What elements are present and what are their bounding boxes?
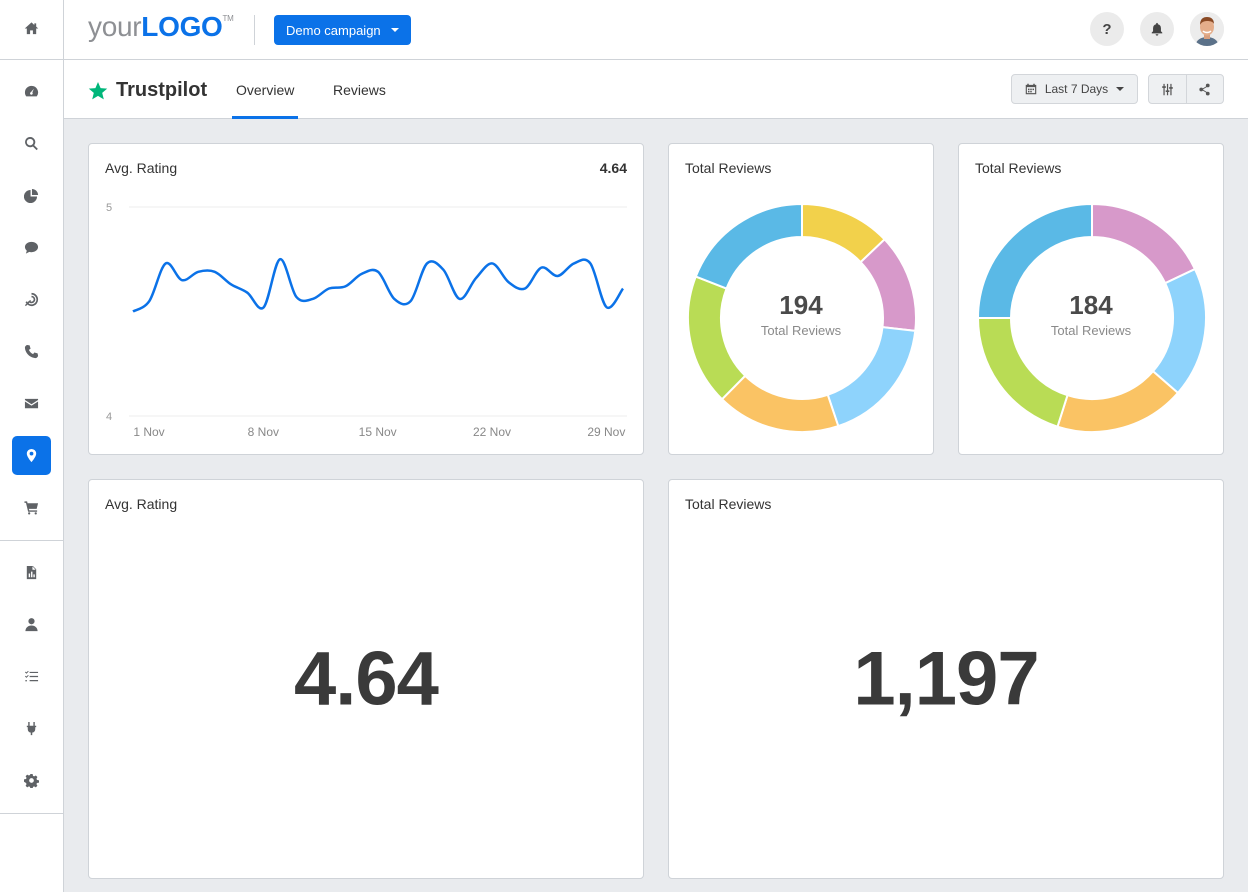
- rating-series-line: [132, 257, 625, 313]
- page-title: Trustpilot: [88, 79, 207, 102]
- total-reviews-donut-card-1: Total Reviews 194 Total Reviews: [668, 143, 934, 455]
- star-icon: [88, 81, 108, 99]
- checklist-icon: [24, 670, 39, 682]
- sidebar-divider: [0, 813, 63, 814]
- sidebar-item-dashboard[interactable]: [12, 72, 51, 111]
- envelope-icon: [24, 398, 39, 409]
- logo-brand: LOGO: [141, 11, 223, 42]
- campaign-label: Demo campaign: [286, 22, 381, 38]
- cart-icon: [24, 501, 39, 515]
- phone-icon: [24, 344, 39, 359]
- tab-label: Overview: [236, 81, 295, 98]
- home-icon: [24, 22, 39, 35]
- sidebar-divider: [0, 540, 63, 541]
- sidebar-item-ppc[interactable]: [12, 280, 51, 319]
- gear-icon: [24, 773, 39, 788]
- gauge-icon: [24, 85, 39, 97]
- x-tick-label: 1 Nov: [133, 425, 164, 439]
- y-tick-label: 4: [106, 411, 112, 423]
- tab-overview[interactable]: Overview: [232, 60, 299, 119]
- campaign-dropdown[interactable]: Demo campaign: [274, 15, 411, 45]
- tab-label: Reviews: [333, 81, 386, 98]
- card-title: Avg. Rating: [105, 496, 178, 512]
- chat-bubble-icon: [24, 241, 39, 254]
- donut-slice[interactable]: [694, 202, 803, 290]
- donut-center-1: 194 Total Reviews: [669, 290, 933, 338]
- donut-label: Total Reviews: [760, 323, 842, 338]
- total-reviews-donut-card-2: Total Reviews 184 Total Reviews: [958, 143, 1224, 455]
- date-range-label: Last 7 Days: [1044, 82, 1109, 96]
- sidebar-divider: [0, 59, 63, 60]
- date-range-dropdown[interactable]: Last 7 Days: [1011, 74, 1138, 104]
- sidebar-item-calls[interactable]: [12, 332, 51, 371]
- sidebar: [0, 0, 64, 892]
- sidebar-item-settings[interactable]: [12, 761, 51, 800]
- pie-chart-icon: [24, 188, 39, 203]
- sidebar-item-users[interactable]: [12, 605, 51, 644]
- chevron-down-icon: [1116, 87, 1125, 91]
- sidebar-item-reports[interactable]: [12, 553, 51, 592]
- sub-header: Trustpilot Overview Reviews Last 7 Days: [64, 60, 1248, 119]
- search-icon: [25, 136, 38, 151]
- help-icon: ?: [1102, 20, 1112, 38]
- chevron-down-icon: [390, 28, 399, 32]
- calendar-icon: [1025, 83, 1037, 95]
- map-pin-icon: [26, 448, 37, 463]
- card-title: Total Reviews: [685, 496, 772, 512]
- x-tick-label: 8 Nov: [248, 425, 279, 439]
- avatar-image: [1190, 12, 1224, 46]
- sliders-icon: [1161, 83, 1173, 95]
- share-button[interactable]: [1185, 75, 1224, 103]
- logo[interactable]: yourLOGOTM: [88, 11, 234, 43]
- donut-slice[interactable]: [1056, 369, 1180, 433]
- sidebar-item-tasks[interactable]: [12, 657, 51, 696]
- sidebar-item-analytics[interactable]: [12, 176, 51, 215]
- total-reviews-value: 1,197: [853, 636, 1039, 722]
- x-tick-label: 29 Nov: [587, 425, 625, 439]
- logo-trademark: TM: [222, 14, 234, 23]
- sidebar-item-email[interactable]: [12, 384, 51, 423]
- page-title-text: Trustpilot: [116, 79, 208, 101]
- tab-reviews[interactable]: Reviews: [329, 60, 390, 119]
- avg-rating-value: 4.64: [294, 636, 439, 722]
- donut-center-2: 184 Total Reviews: [959, 290, 1223, 338]
- x-tick-label: 22 Nov: [473, 425, 511, 439]
- user-icon: [25, 618, 38, 632]
- donut-total: 194: [779, 290, 823, 320]
- sidebar-item-seo[interactable]: [12, 124, 51, 163]
- x-tick-label: 15 Nov: [359, 425, 397, 439]
- help-button[interactable]: ?: [1090, 12, 1124, 46]
- sidebar-item-social[interactable]: [12, 228, 51, 267]
- donut-total: 184: [1069, 290, 1113, 320]
- donut-slice[interactable]: [1091, 202, 1197, 285]
- total-reviews-card: Total Reviews 1,197: [668, 479, 1224, 879]
- user-avatar[interactable]: [1190, 12, 1224, 46]
- sidebar-item-home[interactable]: [12, 9, 51, 48]
- sidebar-item-integrations[interactable]: [12, 709, 51, 748]
- top-header: yourLOGOTM Demo campaign ?: [64, 0, 1248, 60]
- donut-slice[interactable]: [826, 326, 917, 428]
- line-chart: 5 4 1 Nov 8 Nov 15 Nov 22 Nov 29 Nov: [106, 202, 627, 439]
- notifications-button[interactable]: [1140, 12, 1174, 46]
- toolbar-button-group: [1148, 74, 1224, 104]
- target-icon: [24, 292, 39, 307]
- share-icon: [1199, 83, 1210, 95]
- bell-icon: [1151, 22, 1163, 36]
- sidebar-item-ecommerce[interactable]: [12, 488, 51, 527]
- donut-slice[interactable]: [720, 374, 840, 433]
- report-icon: [26, 565, 37, 580]
- header-divider: [254, 15, 255, 45]
- donut-label: Total Reviews: [1050, 323, 1132, 338]
- customize-button[interactable]: [1149, 75, 1186, 103]
- plug-icon: [26, 721, 37, 736]
- avg-rating-chart-card: Avg. Rating 4.64 541 Nov 8 Nov 15 Nov 22 No…: [88, 143, 644, 455]
- logo-prefix: your: [88, 11, 142, 42]
- y-tick-label: 5: [106, 202, 112, 214]
- avg-rating-card: Avg. Rating 4.64: [88, 479, 644, 879]
- sidebar-item-local[interactable]: [12, 436, 51, 475]
